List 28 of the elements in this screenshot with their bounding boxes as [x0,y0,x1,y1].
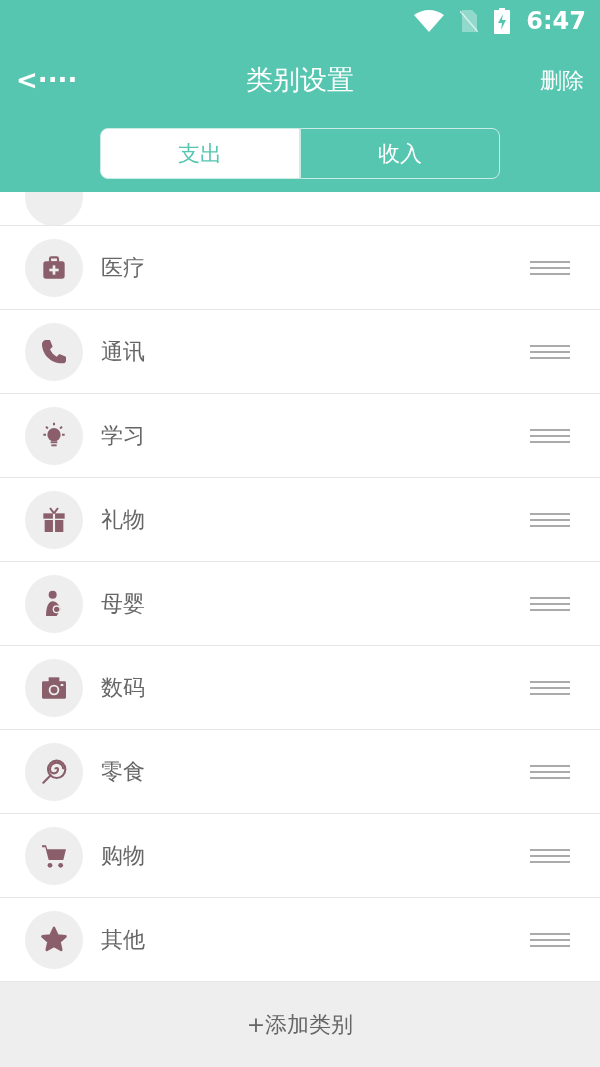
tab[interactable]: 支出 [100,128,300,179]
drag-handle-icon[interactable] [530,680,570,695]
status-time: 6:47 [526,6,586,37]
battery-charging-icon [494,8,511,34]
drag-handle-icon[interactable] [530,260,570,275]
category-name: 礼物 [101,506,146,534]
category-name: 母婴 [101,590,146,618]
category-name: 通讯 [101,338,146,366]
no-sim-icon [460,9,479,33]
category-name: 学习 [101,422,146,450]
category-name: 购物 [101,842,146,870]
page-title: 类别设置 [246,62,354,97]
wifi-icon [414,10,445,32]
drag-handle-icon[interactable] [530,428,570,443]
delete-button[interactable]: 删除 [540,63,584,97]
category-name: 零食 [101,758,146,786]
category-name: 数码 [101,674,146,702]
add-category-button[interactable]: +添加类别 [0,982,600,1067]
drag-handle-icon[interactable] [530,344,570,359]
drag-handle-icon[interactable] [530,932,570,947]
back-button[interactable]: <···· [16,67,78,93]
drag-handle-icon[interactable] [530,596,570,611]
drag-handle-icon[interactable] [530,512,570,527]
tab[interactable]: 收入 [300,128,500,179]
drag-handle-icon[interactable] [530,764,570,779]
category-name: 医疗 [101,254,146,282]
category-name: 其他 [101,926,146,954]
drag-handle-icon[interactable] [530,848,570,863]
